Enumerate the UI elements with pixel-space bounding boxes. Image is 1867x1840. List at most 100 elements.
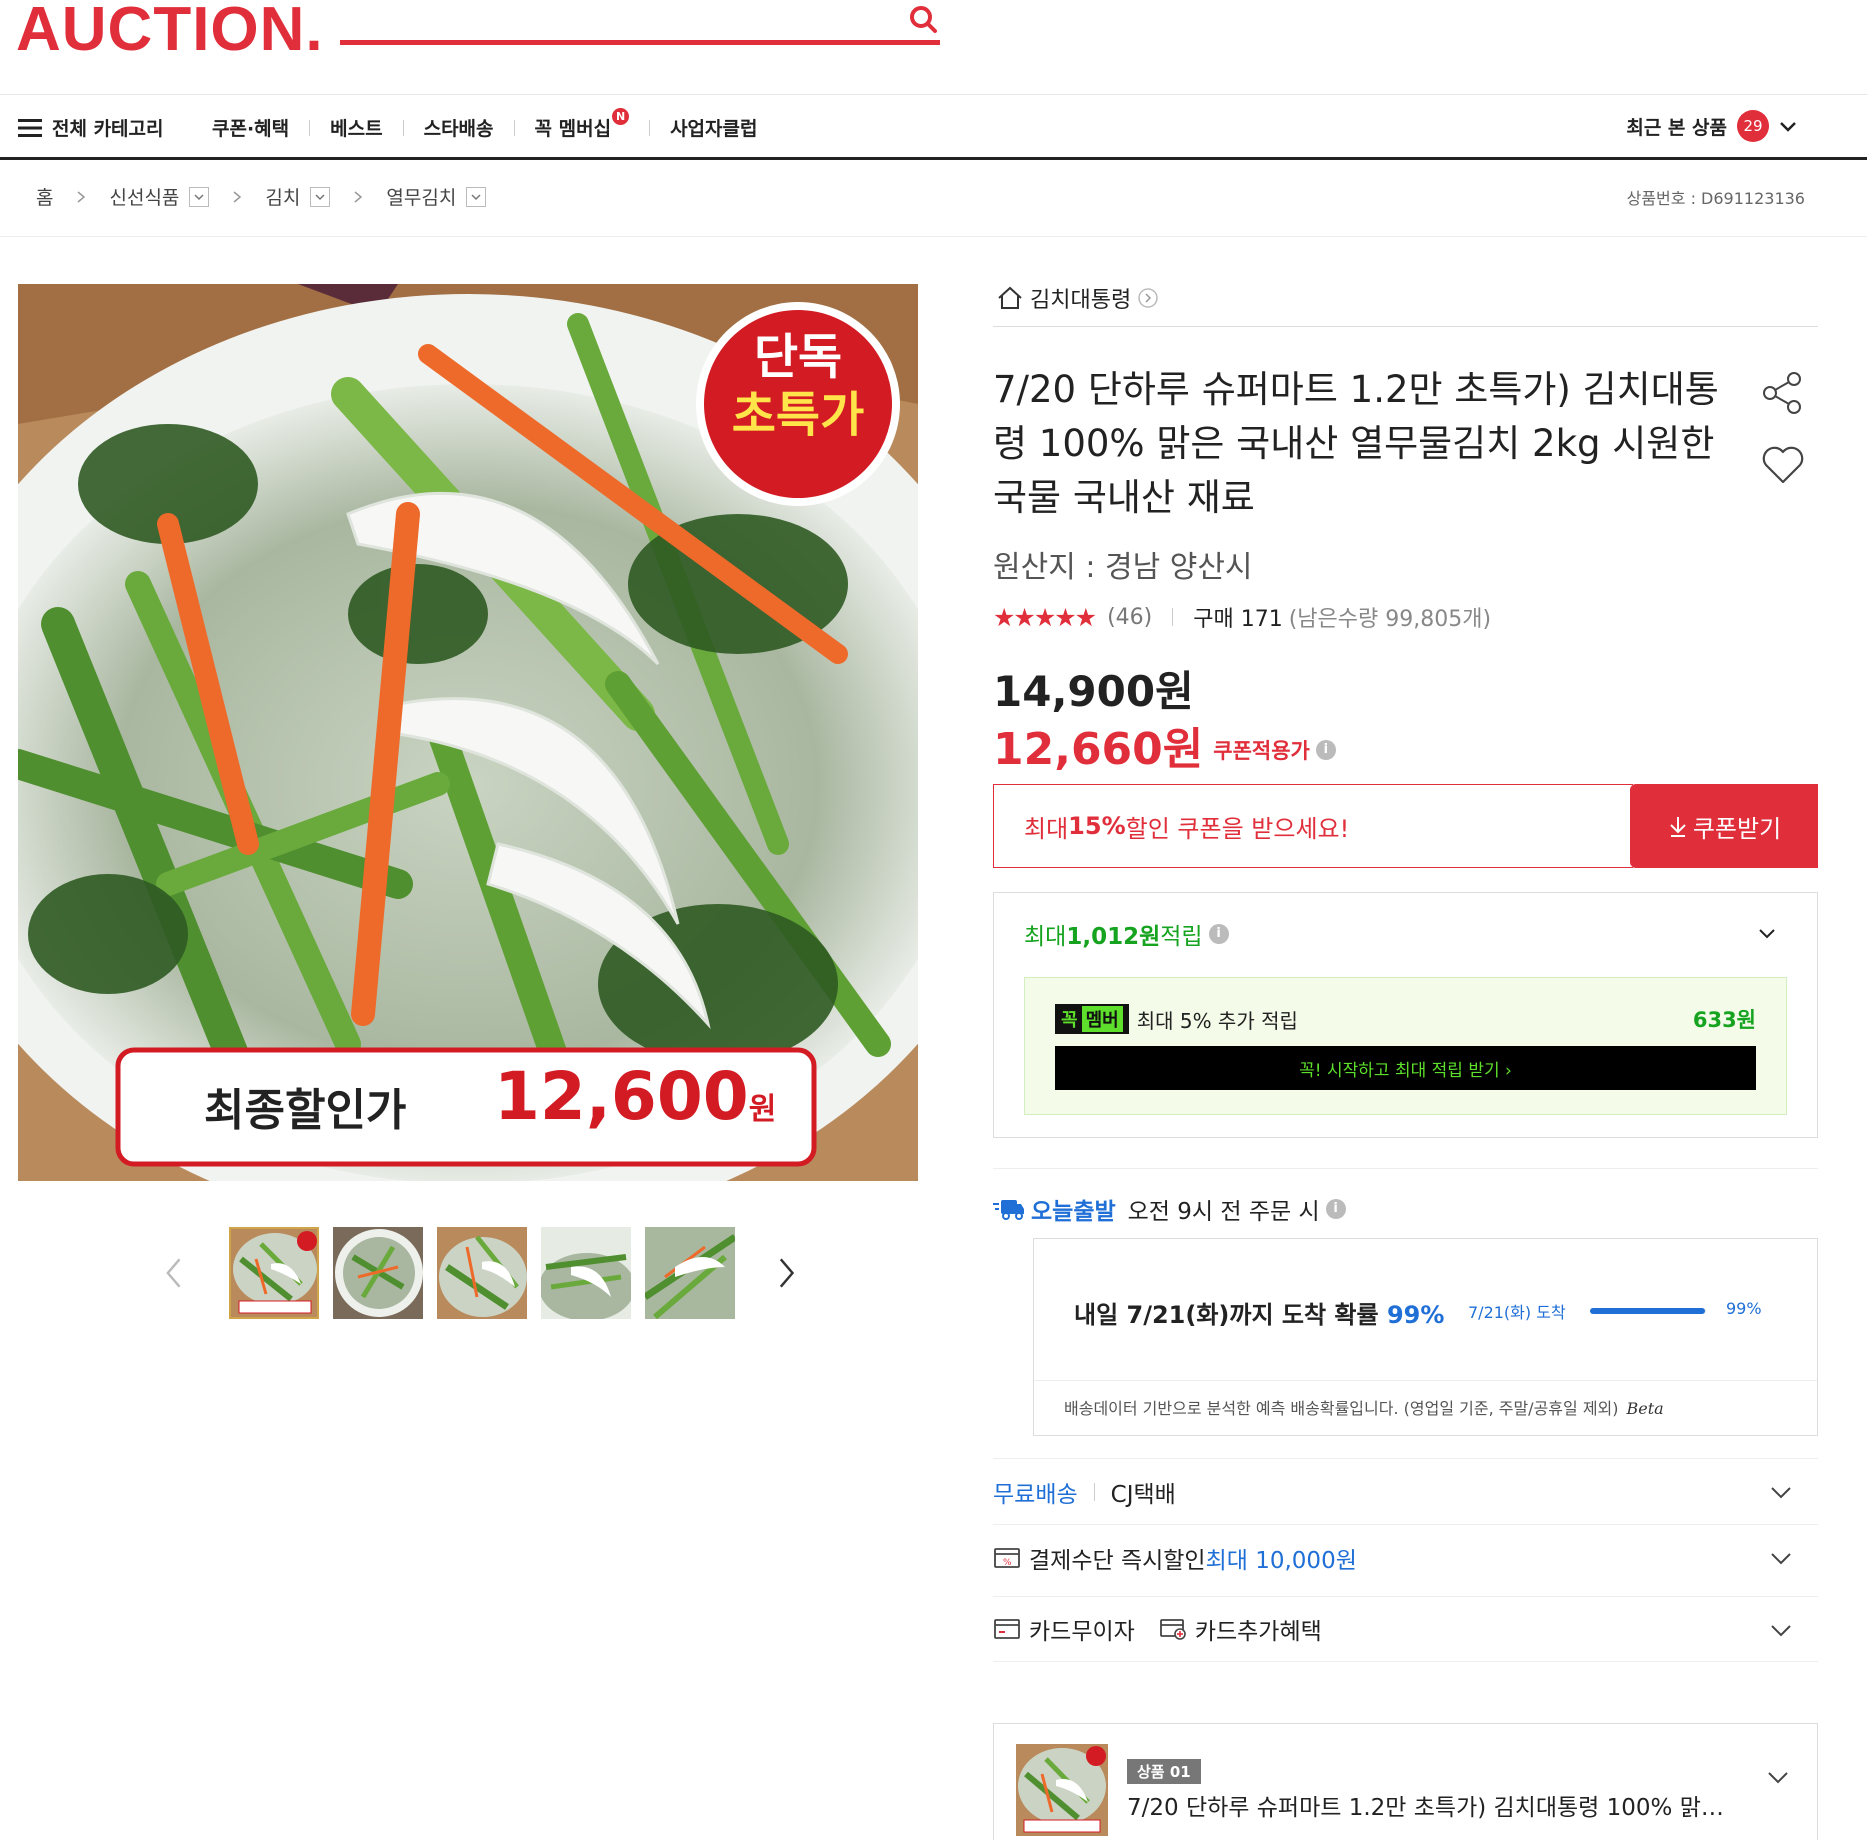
badge-line1: 단독 (753, 329, 843, 385)
discount-card-icon: % (994, 1547, 1020, 1568)
payment-discount-row[interactable]: % 결제수단 즉시할인 최대 10,000원 (993, 1524, 1818, 1590)
nav-item-best[interactable]: 베스트 (330, 114, 382, 141)
search-icon[interactable] (906, 2, 942, 38)
nav-item-business-club[interactable]: 사업자클럽 (670, 114, 757, 141)
hamburger-icon (18, 118, 42, 137)
product-option-select[interactable]: 상품 01 7/20 단하루 슈퍼마트 1.2만 초특가) 김치대통령 100%… (993, 1723, 1818, 1840)
breadcrumb-level1[interactable]: 신선식품 (109, 183, 210, 210)
membership-start-button[interactable]: 꼭! 시작하고 최대 적립 받기 › (1055, 1046, 1756, 1090)
chevron-down-icon[interactable] (1768, 1479, 1794, 1505)
get-coupon-button[interactable]: 쿠폰받기 (1630, 784, 1818, 868)
product-number: 상품번호 : D691123136 (1626, 189, 1805, 208)
chevron-left-icon[interactable] (160, 1253, 187, 1293)
today-shipping-text: 오전 9시 전 주문 시 (1127, 1199, 1320, 1225)
chevron-right-icon (233, 190, 242, 203)
heart-icon[interactable] (1760, 442, 1806, 488)
sale-price-row: 12,660원 쿠폰적용가 i (993, 713, 1336, 777)
exclusive-badge: 단독 초특가 (708, 328, 888, 444)
home-icon (998, 286, 1022, 309)
search-input[interactable] (340, 40, 940, 45)
recent-products-button[interactable]: 최근 본 상품 29 (1626, 110, 1799, 142)
thumbnail-4[interactable] (540, 1227, 631, 1319)
option-thumbnail (1016, 1744, 1108, 1836)
breadcrumb-home[interactable]: 홈 (36, 183, 53, 210)
site-header: AUCTION. (0, 0, 1867, 95)
free-shipping-label: 무료배송 (993, 1481, 1078, 1508)
points-suffix: 적립 (1160, 924, 1203, 950)
product-title: 7/20 단하루 슈퍼마트 1.2만 초특가) 김치대통령 100% 맑은 국내… (993, 368, 1719, 519)
membership-row: 꼭 멤버 최대 5% 추가 적립 633원 (1055, 1004, 1756, 1034)
rating-row: ★★★★★ (46) 구매 171 (남은수량 99,805개) (993, 601, 1491, 633)
auction-logo[interactable]: AUCTION. (16, 0, 324, 65)
chevron-down-icon (1780, 122, 1796, 132)
sale-price: 12,660원 (993, 724, 1204, 775)
points-panel: 최대 1,012원 적립 i 꼭 멤버 최대 5% 추가 적립 633원 꼭! 시… (993, 892, 1818, 1138)
chevron-right-circle-icon (1138, 288, 1158, 308)
beta-label: Beta (1626, 1399, 1664, 1418)
badge-line2: 초특가 (731, 387, 865, 443)
installment-label: 카드무이자 (1029, 1619, 1135, 1645)
chevron-down-icon[interactable] (466, 186, 487, 207)
nav-item-membership[interactable]: 꼭 멤버십N (534, 108, 630, 141)
membership-amount: 633원 (1692, 1008, 1756, 1032)
seller-name: 김치대통령 (1030, 288, 1132, 313)
banner-price-value: 12,600 (494, 1058, 749, 1135)
thumbnail-2[interactable] (333, 1227, 424, 1319)
info-icon[interactable]: i (1325, 1199, 1346, 1219)
banner-price-unit: 원 (748, 1092, 777, 1127)
thumbnail-5[interactable] (644, 1227, 735, 1319)
product-main-image[interactable]: 단독 초특가 최종할인가 12,600원 (18, 284, 918, 1181)
star-rating: ★★★★★ (993, 602, 1097, 632)
card-benefit-row[interactable]: 카드무이자 카드추가혜택 (993, 1596, 1818, 1662)
breadcrumb-level2[interactable]: 김치 (265, 183, 331, 210)
chevron-down-icon[interactable] (189, 186, 210, 207)
card-icon (994, 1619, 1020, 1639)
divider (1172, 608, 1174, 626)
divider (993, 326, 1818, 327)
points-header: 최대 1,012원 적립 i (1024, 917, 1229, 951)
courier-label: CJ택배 (1110, 1481, 1176, 1508)
truck-icon (993, 1200, 1024, 1220)
delivery-probability-bar (1590, 1308, 1706, 1314)
payment-discount-label: 결제수단 즉시할인 (1029, 1547, 1206, 1574)
shipping-option-row[interactable]: 무료배송 CJ택배 (993, 1458, 1818, 1524)
nav-divider (513, 119, 515, 136)
all-categories-button[interactable]: 전체 카테고리 (18, 114, 164, 141)
chevron-down-icon[interactable] (1755, 921, 1779, 945)
chevron-right-icon (354, 190, 363, 203)
card-benefit-label: 카드추가혜택 (1194, 1619, 1322, 1645)
all-categories-label: 전체 카테고리 (52, 118, 164, 140)
nav-item-membership-label: 꼭 멤버십 (534, 118, 612, 140)
info-icon[interactable]: i (1315, 740, 1336, 760)
card-plus-icon (1159, 1619, 1186, 1640)
nav-item-star-delivery[interactable]: 스타배송 (424, 114, 494, 141)
main-nav: 전체 카테고리 쿠폰·혜택 베스트 스타배송 꼭 멤버십N 사업자클럽 최근 본… (0, 96, 1867, 160)
purchase-count: 구매 171 (1193, 607, 1283, 632)
thumbnail-3[interactable] (437, 1227, 527, 1319)
share-icon[interactable] (1760, 370, 1806, 416)
chevron-down-icon[interactable] (1768, 1617, 1794, 1643)
chevron-down-icon[interactable] (1765, 1764, 1791, 1790)
coupon-prefix: 최대 (1024, 814, 1069, 843)
nav-divider (402, 119, 404, 136)
download-icon (1670, 817, 1686, 837)
review-count[interactable]: (46) (1107, 605, 1152, 630)
original-price: 14,900원 (993, 667, 1194, 716)
coupon-banner: 최대 15% 할인 쿠폰을 받으세요! (993, 784, 1633, 868)
nav-item-coupon[interactable]: 쿠폰·혜택 (212, 114, 289, 141)
seller-link[interactable]: 김치대통령 (996, 282, 1159, 314)
chevron-down-icon[interactable] (310, 186, 331, 207)
delivery-probability-percent: 99% (1386, 1301, 1445, 1329)
delivery-probability-fill (1590, 1308, 1705, 1314)
info-icon[interactable]: i (1208, 924, 1229, 944)
membership-text: 최대 5% 추가 적립 (1136, 1008, 1298, 1033)
payment-discount-max: 최대 10,000원 (1205, 1547, 1357, 1574)
chevron-right-icon[interactable] (773, 1253, 800, 1293)
thumbnail-1[interactable] (229, 1227, 320, 1319)
breadcrumb-level3[interactable]: 열무김치 (386, 183, 487, 210)
chevron-down-icon[interactable] (1768, 1545, 1794, 1571)
breadcrumb-level1-label: 신선식품 (109, 187, 180, 209)
thumbnail-strip (160, 1227, 800, 1319)
points-prefix: 최대 (1024, 924, 1067, 950)
breadcrumb-level2-label: 김치 (265, 187, 301, 209)
